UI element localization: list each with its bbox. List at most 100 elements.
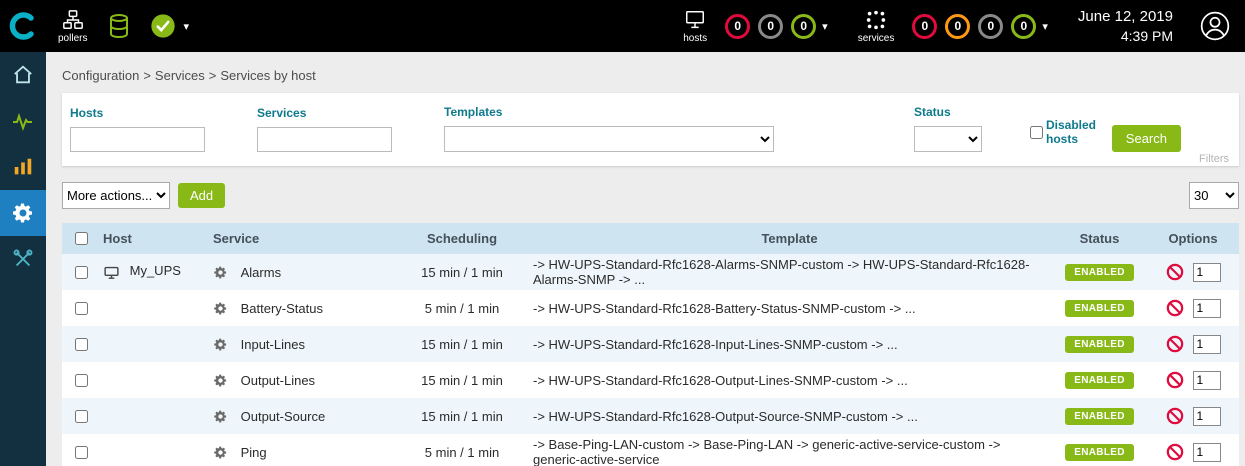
weight-input[interactable]	[1193, 407, 1221, 426]
weight-input[interactable]	[1193, 263, 1221, 282]
pollers-icon	[62, 9, 84, 31]
poller-ok-status-icon[interactable]	[149, 12, 177, 40]
disabled-hosts-checkbox[interactable]	[1030, 126, 1043, 139]
disabled-hosts-label[interactable]: Disabled hosts	[1046, 118, 1112, 146]
hosts-menu[interactable]: hosts	[683, 9, 707, 44]
disable-service-icon[interactable]	[1166, 335, 1184, 353]
templates-filter-group: Templates	[444, 105, 774, 152]
status-badge: ENABLED	[1065, 300, 1133, 317]
row-checkbox[interactable]	[75, 266, 88, 279]
service-status-counter[interactable]: 0	[912, 14, 937, 39]
service-name[interactable]: Input-Lines	[241, 337, 305, 352]
heartbeat-icon	[11, 109, 35, 133]
pollers-menu[interactable]: pollers	[58, 9, 87, 44]
services-chevron-down-icon[interactable]: ▾	[1042, 20, 1048, 33]
hosts-filter-input[interactable]	[70, 127, 205, 152]
weight-input[interactable]	[1193, 299, 1221, 318]
template-cell: -> Base-Ping-LAN-custom -> Base-Ping-LAN…	[527, 434, 1052, 466]
templates-filter-select[interactable]	[444, 126, 774, 152]
host-counters: 000	[717, 14, 816, 39]
disable-service-icon[interactable]	[1166, 443, 1184, 461]
centreon-logo-icon	[8, 11, 38, 41]
service-gear-icon	[213, 445, 228, 460]
current-time: 4:39 PM	[1078, 27, 1173, 45]
status-badge: ENABLED	[1065, 408, 1133, 425]
table-header-row: Host Service Scheduling Template Status …	[62, 223, 1239, 254]
database-status-icon[interactable]	[107, 13, 131, 39]
service-name[interactable]: Output-Source	[241, 409, 326, 424]
service-status-counter[interactable]: 0	[1011, 14, 1036, 39]
table-row: My_UPS Alarms 15 min / 1 min -> HW-UPS-S…	[62, 254, 1239, 290]
scheduling-cell: 15 min / 1 min	[397, 398, 527, 434]
service-status-counter[interactable]: 0	[978, 14, 1003, 39]
row-checkbox[interactable]	[75, 410, 88, 423]
clock: June 12, 2019 4:39 PM	[1078, 7, 1173, 45]
sidebar-item-home[interactable]	[0, 52, 46, 98]
weight-input[interactable]	[1193, 335, 1221, 354]
disable-service-icon[interactable]	[1166, 263, 1184, 281]
row-checkbox[interactable]	[75, 446, 88, 459]
disable-service-icon[interactable]	[1166, 299, 1184, 317]
header-template: Template	[527, 223, 1052, 254]
sidebar-item-configuration[interactable]	[0, 190, 46, 236]
sidebar-item-monitoring[interactable]	[0, 98, 46, 144]
gear-icon	[11, 201, 35, 225]
status-badge: ENABLED	[1065, 264, 1133, 281]
sidebar-item-administration[interactable]	[0, 236, 46, 282]
service-name[interactable]: Alarms	[241, 265, 281, 280]
template-cell: -> HW-UPS-Standard-Rfc1628-Alarms-SNMP-c…	[527, 254, 1052, 290]
breadcrumb-item[interactable]: Services	[155, 68, 205, 83]
services-filter-input[interactable]	[257, 127, 392, 152]
header-scheduling: Scheduling	[397, 223, 527, 254]
service-table-body: My_UPS Alarms 15 min / 1 min -> HW-UPS-S…	[62, 254, 1239, 466]
table-row: Battery-Status 5 min / 1 min -> HW-UPS-S…	[62, 290, 1239, 326]
hosts-filter-label: Hosts	[70, 106, 205, 120]
services-table: Host Service Scheduling Template Status …	[62, 223, 1239, 466]
header-status: Status	[1052, 223, 1147, 254]
weight-input[interactable]	[1193, 371, 1221, 390]
service-gear-icon	[213, 409, 228, 424]
select-all-checkbox[interactable]	[75, 232, 88, 245]
breadcrumb-item[interactable]: Configuration	[62, 68, 139, 83]
host-status-counter[interactable]: 0	[758, 14, 783, 39]
breadcrumb-item[interactable]: Services by host	[220, 68, 315, 83]
status-filter-select[interactable]	[914, 126, 982, 152]
host-status-counter[interactable]: 0	[791, 14, 816, 39]
table-row: Output-Lines 15 min / 1 min -> HW-UPS-St…	[62, 362, 1239, 398]
row-checkbox[interactable]	[75, 302, 88, 315]
disable-service-icon[interactable]	[1166, 407, 1184, 425]
hosts-chevron-down-icon[interactable]: ▾	[822, 20, 828, 33]
service-status-counter[interactable]: 0	[945, 14, 970, 39]
host-icon	[103, 264, 120, 281]
row-checkbox[interactable]	[75, 338, 88, 351]
user-profile-button[interactable]	[1199, 10, 1231, 42]
add-button[interactable]: Add	[178, 183, 225, 208]
sidebar	[0, 52, 46, 466]
services-icon	[864, 9, 888, 31]
template-cell: -> HW-UPS-Standard-Rfc1628-Battery-Statu…	[527, 290, 1052, 326]
centreon-logo[interactable]	[0, 0, 46, 52]
filters-caption: Filters	[1199, 153, 1229, 165]
hosts-filter-group: Hosts	[70, 106, 205, 152]
disable-service-icon[interactable]	[1166, 371, 1184, 389]
status-badge: ENABLED	[1065, 336, 1133, 353]
home-icon	[12, 64, 34, 86]
host-name[interactable]: My_UPS	[130, 263, 181, 278]
service-name[interactable]: Output-Lines	[241, 373, 315, 388]
service-counters: 0000	[904, 14, 1036, 39]
weight-input[interactable]	[1193, 443, 1221, 462]
page-size-select[interactable]: 30	[1189, 182, 1239, 209]
search-button[interactable]: Search	[1112, 125, 1181, 152]
services-menu[interactable]: services	[858, 9, 895, 44]
row-checkbox[interactable]	[75, 374, 88, 387]
scheduling-cell: 15 min / 1 min	[397, 254, 527, 290]
host-status-counter[interactable]: 0	[725, 14, 750, 39]
poller-chevron-down-icon[interactable]: ▾	[183, 20, 189, 33]
sidebar-item-reporting[interactable]	[0, 144, 46, 190]
template-cell: -> HW-UPS-Standard-Rfc1628-Output-Lines-…	[527, 362, 1052, 398]
more-actions-select[interactable]: More actions...	[62, 182, 170, 209]
service-name[interactable]: Battery-Status	[241, 301, 323, 316]
table-row: Ping 5 min / 1 min -> Base-Ping-LAN-cust…	[62, 434, 1239, 466]
table-row: Output-Source 15 min / 1 min -> HW-UPS-S…	[62, 398, 1239, 434]
service-name[interactable]: Ping	[241, 445, 267, 460]
